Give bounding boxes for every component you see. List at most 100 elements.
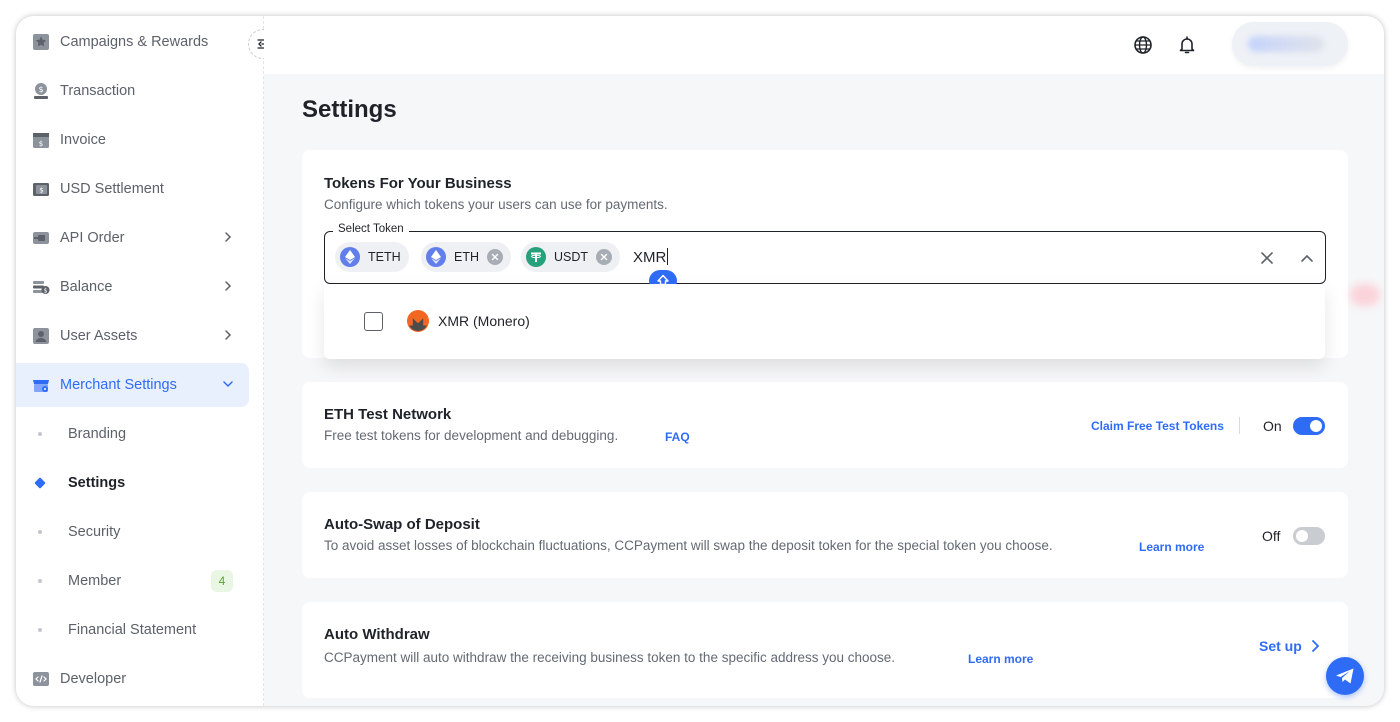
- sidebar-item-usd-settlement[interactable]: $ USD Settlement: [16, 167, 249, 211]
- token-dropdown-menu: XMR (Monero): [324, 284, 1325, 359]
- card-description: Free test tokens for development and deb…: [324, 428, 619, 443]
- sidebar-item-campaigns[interactable]: Campaigns & Rewards: [16, 20, 249, 64]
- bullet-dot: [38, 579, 42, 583]
- svg-text:$: $: [44, 288, 48, 295]
- sidebar-item-label: Transaction: [60, 83, 136, 99]
- eth-test-network-toggle[interactable]: [1293, 417, 1325, 435]
- sidebar-subitem-label: Settings: [68, 475, 126, 491]
- sidebar-item-label: Balance: [60, 279, 113, 295]
- dropdown-option-label: XMR (Monero): [438, 313, 530, 329]
- divider: [1239, 417, 1240, 434]
- merchant-store-icon: [32, 376, 50, 394]
- invoice-icon: $: [32, 131, 50, 149]
- toggle-knob: [1296, 530, 1308, 542]
- card-title: ETH Test Network: [324, 406, 452, 423]
- user-assets-icon: [32, 327, 50, 345]
- app-window: Campaigns & Rewards $ Transaction $ Invo…: [16, 16, 1384, 706]
- set-up-label: Set up: [1259, 638, 1302, 654]
- globe-icon[interactable]: [1132, 34, 1154, 56]
- balance-icon: $: [32, 278, 50, 296]
- user-account-menu[interactable]: [1232, 22, 1348, 66]
- avatar: [1248, 36, 1324, 52]
- member-count-badge: 4: [211, 570, 233, 592]
- token-chip-label: TETH: [368, 250, 401, 264]
- token-chip-teth[interactable]: TETH: [335, 242, 409, 272]
- bell-icon[interactable]: [1176, 34, 1198, 56]
- card-title: Tokens For Your Business: [324, 175, 512, 192]
- learn-more-link[interactable]: Learn more: [1139, 540, 1204, 554]
- bullet-dot: [38, 530, 42, 534]
- set-up-button[interactable]: Set up: [1259, 638, 1320, 654]
- sidebar-item-balance[interactable]: $ Balance: [16, 265, 249, 309]
- chevron-down-icon: [223, 381, 233, 388]
- sidebar-subitem-label: Security: [68, 524, 121, 540]
- toggle-knob: [1310, 420, 1322, 432]
- decorative-blob: [1350, 284, 1380, 306]
- token-chip-usdt[interactable]: USDT: [521, 242, 621, 272]
- card-title: Auto Withdraw: [324, 626, 430, 643]
- auto-withdraw-card: Auto Withdraw CCPayment will auto withdr…: [302, 602, 1348, 698]
- option-checkbox[interactable]: [364, 312, 383, 331]
- page-title: Settings: [302, 96, 397, 123]
- token-chip-label: USDT: [554, 250, 589, 264]
- toggle-state-label: On: [1263, 418, 1282, 434]
- sidebar-item-invoice[interactable]: $ Invoice: [16, 118, 249, 162]
- xmr-token-icon: [407, 310, 429, 332]
- remove-chip-icon[interactable]: [487, 249, 503, 265]
- chevron-up-icon[interactable]: [1300, 251, 1314, 265]
- active-diamond: [34, 477, 46, 489]
- auto-swap-card: Auto-Swap of Deposit To avoid asset loss…: [302, 492, 1348, 578]
- sidebar-item-developer[interactable]: Developer: [16, 657, 249, 701]
- sidebar-item-api-order[interactable]: API Order: [16, 216, 249, 260]
- learn-more-link[interactable]: Learn more: [968, 652, 1033, 666]
- card-description: To avoid asset losses of blockchain fluc…: [324, 538, 1053, 553]
- claim-test-tokens-link[interactable]: Claim Free Test Tokens: [1091, 419, 1224, 433]
- sidebar-item-label: Developer: [60, 671, 127, 687]
- telegram-support-button[interactable]: [1326, 657, 1364, 695]
- card-title: Auto-Swap of Deposit: [324, 516, 480, 533]
- top-bar: [264, 16, 1384, 74]
- dropdown-option-xmr[interactable]: XMR (Monero): [324, 284, 1325, 359]
- chevron-right-icon: [225, 330, 232, 340]
- sidebar-item-label: USD Settlement: [60, 181, 164, 197]
- sidebar-subitem-financial-statement[interactable]: Financial Statement: [16, 610, 249, 650]
- sidebar-subitem-member[interactable]: Member 4: [16, 561, 249, 601]
- token-select-input[interactable]: Select Token TETH ETH USDT XMR: [324, 223, 1326, 292]
- toggle-state-label: Off: [1262, 528, 1281, 544]
- sidebar-subitem-label: Member: [68, 573, 122, 589]
- sidebar-subitem-security[interactable]: Security: [16, 512, 249, 552]
- sidebar-subitem-branding[interactable]: Branding: [16, 414, 249, 454]
- faq-link[interactable]: FAQ: [665, 430, 690, 444]
- card-description: CCPayment will auto withdraw the receivi…: [324, 650, 896, 665]
- code-icon: [32, 670, 50, 688]
- eth-token-icon: [340, 247, 360, 267]
- sidebar-item-label: Invoice: [60, 132, 106, 148]
- select-token-label: Select Token: [333, 223, 409, 235]
- star-icon: [32, 33, 50, 51]
- token-chip-eth[interactable]: ETH: [421, 242, 511, 272]
- auto-swap-toggle[interactable]: [1293, 527, 1325, 545]
- eth-token-icon: [426, 247, 446, 267]
- sidebar-item-user-assets[interactable]: User Assets: [16, 314, 249, 358]
- api-order-icon: [32, 229, 50, 247]
- chevron-right-icon: [225, 281, 232, 291]
- remove-chip-icon[interactable]: [596, 249, 613, 265]
- sidebar-item-transaction[interactable]: $ Transaction: [16, 69, 249, 113]
- typed-value: XMR: [633, 249, 667, 266]
- chevron-right-icon: [1311, 640, 1320, 652]
- token-chip-label: ETH: [454, 250, 479, 264]
- svg-text:$: $: [39, 187, 43, 195]
- telegram-icon: [1336, 668, 1354, 684]
- bullet-dot: [38, 628, 42, 632]
- clear-selection-icon[interactable]: [1260, 251, 1274, 265]
- sidebar-subitem-label: Branding: [68, 426, 127, 442]
- sidebar-subitem-settings[interactable]: Settings: [16, 463, 249, 503]
- sidebar: Campaigns & Rewards $ Transaction $ Invo…: [16, 16, 264, 706]
- token-search-text[interactable]: XMR: [633, 248, 669, 266]
- usdt-token-icon: [526, 247, 546, 267]
- bullet-dot: [38, 432, 42, 436]
- svg-text:$: $: [39, 140, 43, 148]
- sidebar-item-merchant-settings[interactable]: Merchant Settings: [16, 363, 249, 407]
- sidebar-item-label: Campaigns & Rewards: [60, 34, 209, 50]
- eth-test-network-card: ETH Test Network Free test tokens for de…: [302, 382, 1348, 468]
